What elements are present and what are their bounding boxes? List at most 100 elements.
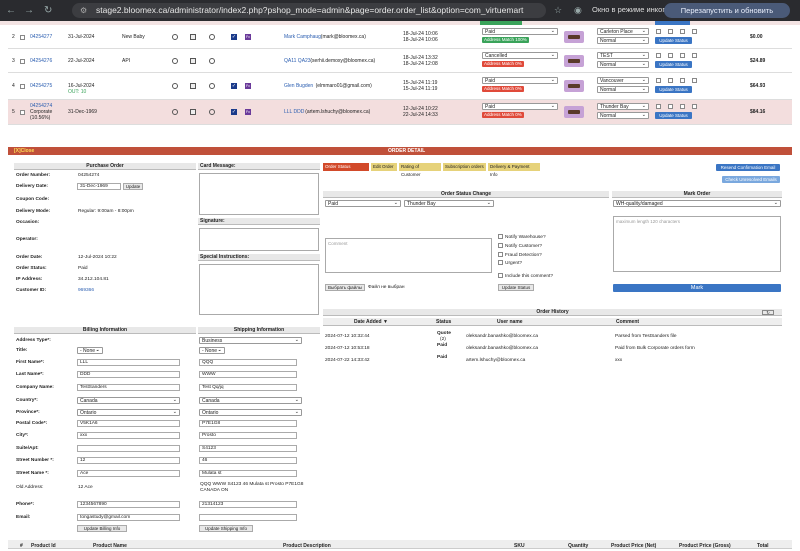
- status-update-button[interactable]: Update Status: [498, 284, 534, 291]
- shipping-input[interactable]: Test Qq/jq: [199, 384, 297, 391]
- row-checkbox[interactable]: [20, 35, 25, 40]
- warehouse-select[interactable]: TEST: [597, 52, 649, 59]
- shipping-input[interactable]: P7E1G8: [199, 420, 297, 427]
- special-instructions-textarea[interactable]: [199, 264, 319, 315]
- shipping-select[interactable]: Ontario: [199, 409, 302, 416]
- billing-input[interactable]: Ace: [77, 470, 180, 477]
- verified-icon[interactable]: ✓: [231, 34, 237, 40]
- shipping-input[interactable]: Prosto: [199, 432, 297, 439]
- fedex-icon[interactable]: Fx: [245, 109, 251, 115]
- label-icon[interactable]: [209, 58, 215, 64]
- mark-reason-select[interactable]: WH-quality/damaged: [613, 200, 781, 207]
- tab-2[interactable]: Rating of Customer: [399, 163, 441, 177]
- label-icon[interactable]: [209, 34, 215, 40]
- delivery-truck-icon[interactable]: [564, 31, 584, 43]
- row-checkbox[interactable]: [20, 59, 25, 64]
- customer-link[interactable]: LLL DDD: [284, 109, 304, 115]
- update-shipping-button[interactable]: Update Shipping Info: [199, 525, 253, 532]
- update-status-button[interactable]: Update Status: [655, 86, 692, 93]
- tab-3[interactable]: Subscription orders: [443, 163, 486, 171]
- mark-button[interactable]: Mark: [613, 284, 781, 292]
- customer-link[interactable]: QA11 QA23: [284, 58, 311, 64]
- status-select[interactable]: Paid: [325, 200, 401, 207]
- shipping-email-input[interactable]: [199, 514, 297, 521]
- billing-input[interactable]: LLL: [77, 359, 180, 366]
- warehouse-select[interactable]: Vancouver: [597, 77, 649, 84]
- shipping-input[interactable]: 46: [199, 457, 297, 464]
- priority-select[interactable]: Normal: [597, 61, 649, 68]
- bookmark-star-icon[interactable]: ☆: [554, 5, 562, 16]
- status-select[interactable]: Paid: [482, 103, 558, 110]
- verified-icon[interactable]: ✓: [231, 83, 237, 89]
- print-icon[interactable]: [172, 109, 178, 115]
- invoice-icon[interactable]: [190, 109, 196, 115]
- billing-phone-input[interactable]: 1234567890: [77, 501, 180, 508]
- warehouse-select[interactable]: Thunder Bay: [597, 103, 649, 110]
- delivery-truck-icon[interactable]: [564, 80, 584, 92]
- billing-input[interactable]: 12: [77, 457, 180, 464]
- choose-files-button[interactable]: Выбрать файлы: [325, 284, 365, 291]
- label-icon[interactable]: [209, 109, 215, 115]
- shipping-select[interactable]: Business: [199, 337, 302, 344]
- delivery-date-input[interactable]: 31-Dec-1969: [77, 183, 121, 190]
- status-comment-textarea[interactable]: Comment: [325, 238, 492, 273]
- shipping-select[interactable]: - None -: [199, 347, 225, 354]
- site-info-icon[interactable]: ⚙: [80, 3, 87, 18]
- row-checkbox[interactable]: [20, 84, 25, 89]
- fedex-icon[interactable]: Fx: [245, 83, 251, 89]
- fedex-icon[interactable]: Fx: [245, 34, 251, 40]
- reload-icon[interactable]: ↻: [44, 5, 52, 16]
- print-icon[interactable]: [172, 83, 178, 89]
- resend-confirmation-button[interactable]: Resend Confirmation Email: [716, 164, 780, 171]
- notify-warehouse-checkbox[interactable]: Notify Warehouse?: [498, 234, 546, 240]
- billing-select[interactable]: Canada: [77, 397, 180, 404]
- back-icon[interactable]: ←: [6, 5, 16, 16]
- billing-input[interactable]: TestSanders: [77, 384, 180, 391]
- priority-select[interactable]: Normal: [597, 37, 649, 44]
- notify-customer-checkbox[interactable]: Notify Customer?: [498, 243, 542, 249]
- warehouse-select[interactable]: Thunder Bay: [404, 200, 494, 207]
- status-select[interactable]: Cancelled: [482, 52, 558, 59]
- tab-0[interactable]: Order Status Change: [323, 163, 369, 177]
- billing-input[interactable]: xxx: [77, 432, 180, 439]
- close-link[interactable]: [X]Close: [14, 147, 34, 155]
- update-billing-button[interactable]: Update Billing Info: [77, 525, 127, 532]
- check-unresolved-button[interactable]: Check Unresolved Emails: [722, 176, 780, 183]
- order-id-link[interactable]: 04254277: [30, 34, 52, 40]
- shipping-input[interactable]: QQQ: [199, 359, 297, 366]
- shipping-phone-input[interactable]: 21314123: [199, 501, 297, 508]
- refresh-icon[interactable]: ↻: [762, 310, 774, 315]
- billing-input[interactable]: [77, 445, 180, 452]
- priority-select[interactable]: Normal: [597, 112, 649, 119]
- billing-input[interactable]: V5K1A6: [77, 420, 180, 427]
- billing-select[interactable]: - None -: [77, 347, 103, 354]
- fraud-detection-checkbox[interactable]: Fraud Detection?: [498, 252, 542, 258]
- shipping-select[interactable]: Canada: [199, 397, 302, 404]
- verified-icon[interactable]: ✓: [231, 109, 237, 115]
- shipping-input[interactable]: S4123: [199, 445, 297, 452]
- billing-input[interactable]: DDD: [77, 371, 180, 378]
- shipping-input[interactable]: Mulata st: [199, 470, 297, 477]
- print-icon[interactable]: [172, 58, 178, 64]
- update-date-button[interactable]: Update: [123, 183, 143, 190]
- invoice-icon[interactable]: [190, 83, 196, 89]
- shipping-input[interactable]: WWW: [199, 371, 297, 378]
- label-icon[interactable]: [209, 83, 215, 89]
- order-id-link[interactable]: 04254276: [30, 58, 52, 64]
- relaunch-button[interactable]: Перезапустить и обновить: [664, 3, 790, 18]
- customer-link[interactable]: Glen Bugden: [284, 83, 313, 89]
- print-icon[interactable]: [172, 34, 178, 40]
- customer-link[interactable]: Mark Camphaug: [284, 34, 321, 40]
- urgent-checkbox[interactable]: Urgent?: [498, 260, 522, 266]
- tab-4[interactable]: Delivery & Payment Info: [488, 163, 540, 177]
- address-bar[interactable]: ⚙ stage2.bloomex.ca/administrator/index2.…: [72, 3, 546, 18]
- row-checkbox[interactable]: [20, 110, 25, 115]
- invoice-icon[interactable]: [190, 34, 196, 40]
- warehouse-select[interactable]: Carleton Place: [597, 28, 649, 35]
- priority-select[interactable]: Normal: [597, 86, 649, 93]
- update-status-button[interactable]: Update Status: [655, 112, 692, 119]
- mark-comment-textarea[interactable]: maximum length 120 characters: [613, 216, 781, 272]
- delivery-truck-icon[interactable]: [564, 55, 584, 67]
- signature-textarea[interactable]: [199, 228, 319, 251]
- order-id-link[interactable]: 04254275: [30, 83, 52, 89]
